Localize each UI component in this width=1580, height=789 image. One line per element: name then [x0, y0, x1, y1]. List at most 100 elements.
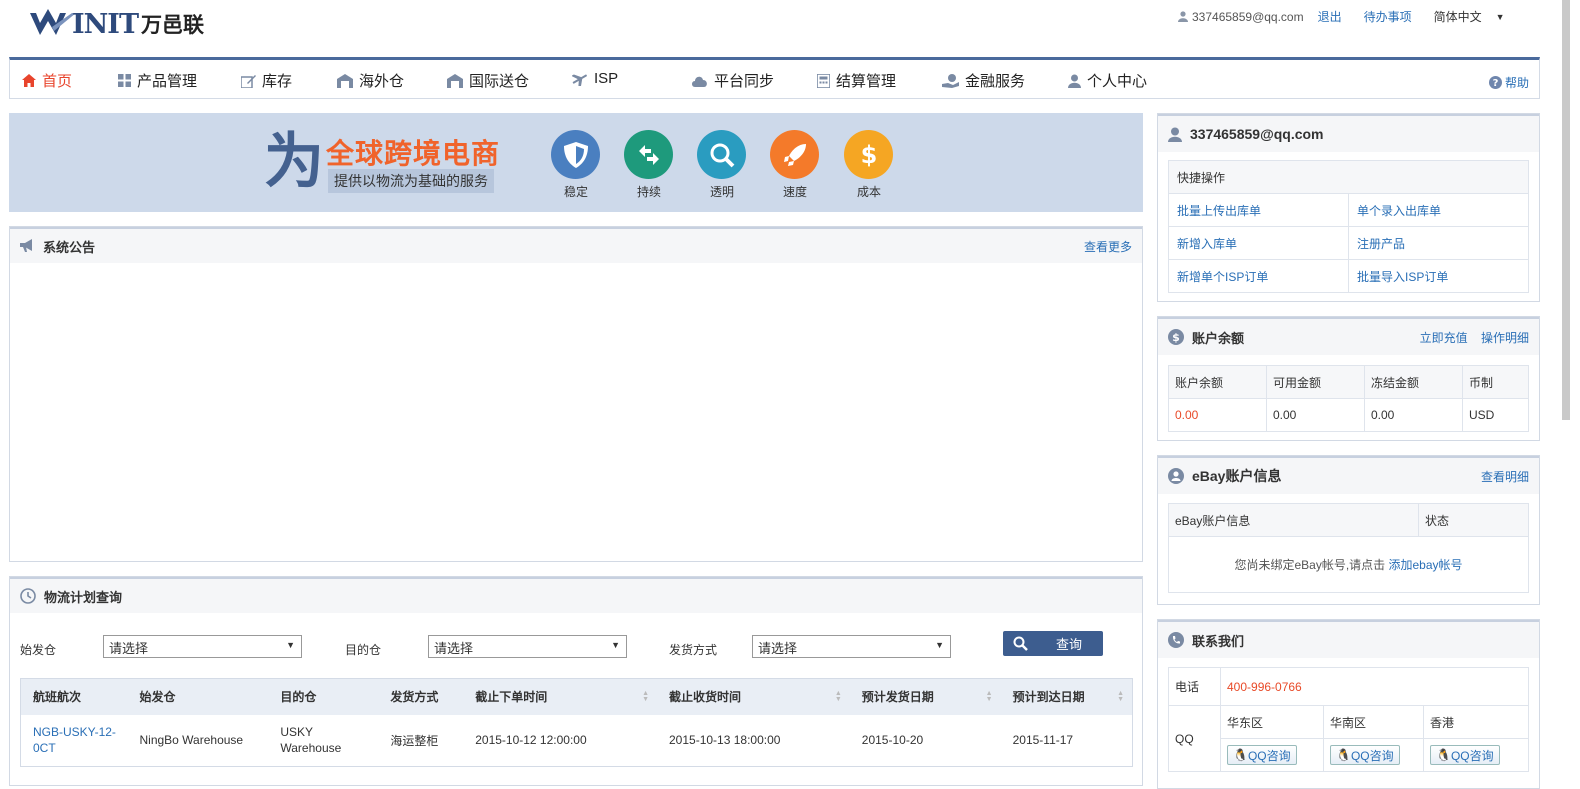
logout-link[interactable]: 退出: [1318, 8, 1342, 25]
nav-item-inventory[interactable]: 库存: [241, 70, 292, 91]
penguin-icon: 🐧: [1436, 748, 1451, 762]
logo[interactable]: INIT 万邑联: [30, 6, 204, 42]
qq-cell: 🐧 QQ咨询: [1423, 738, 1529, 772]
announcement-more-link[interactable]: 查看更多: [1084, 238, 1132, 255]
balance-table: 账户余额 可用金额 冻结金额 币制 0.00 0.00 0.00 USD: [1168, 365, 1529, 432]
qq-label: QQ: [1168, 705, 1221, 772]
logistics-plan-panel: 物流计划查询 始发仓 请选择 ▼ 目的仓 请选择 ▼ 发货方式 请选择 ▼ 查询…: [9, 576, 1143, 786]
col-origin[interactable]: 始发仓: [127, 678, 269, 715]
top-right-links: 337465859@qq.com 退出 待办事项 简体中文 ▼: [1178, 8, 1505, 25]
sort-icon: ▲ ▼: [834, 690, 842, 703]
col-receive-deadline[interactable]: 截止收货时间 ▲ ▼: [657, 678, 850, 715]
banner-headline: 全球跨境电商: [326, 138, 501, 169]
chevron-down-icon: ▼: [611, 640, 620, 650]
nav-item-profile[interactable]: 个人中心: [1068, 70, 1147, 91]
announcement-header: 系统公告 查看更多: [10, 227, 1142, 263]
ship-method-select-value: 请选择: [758, 641, 798, 656]
col-arrive-date[interactable]: 预计到达日期 ▲ ▼: [1000, 678, 1133, 715]
phone-icon: [1168, 632, 1184, 648]
ebay-col-info: eBay账户信息: [1168, 503, 1419, 537]
contact-panel: 联系我们 电话 400-996-0766 QQ 华东区 华南区 香港 🐧 QQ咨询…: [1157, 619, 1540, 789]
quick-actions-table: 快捷操作 批量上传出库单 单个录入出库单 新增入库单 注册产品 新增单个ISP订…: [1168, 160, 1529, 293]
dollar-icon: $: [844, 130, 893, 179]
nav-item-overseas-warehouse[interactable]: 海外仓: [337, 70, 404, 91]
nav-item-intl-delivery[interactable]: 国际送仓: [447, 70, 529, 91]
ship-method-label: 发货方式: [669, 643, 718, 657]
language-select[interactable]: 简体中文 ▼: [1434, 8, 1505, 25]
query-button-label: 查询: [1056, 637, 1083, 652]
feature-continuous: 持续: [624, 130, 674, 200]
nav-label: 国际送仓: [469, 73, 530, 90]
col-order-deadline[interactable]: 截止下单时间 ▲ ▼: [463, 678, 657, 715]
col-ship-date[interactable]: 预计发货日期 ▲ ▼: [849, 678, 1001, 715]
shield-icon: [551, 130, 600, 179]
user-icon: [1068, 74, 1081, 88]
quick-link-register-product[interactable]: 注册产品: [1348, 226, 1529, 260]
nav-label: 平台同步: [714, 73, 775, 90]
account-header: 337465859@qq.com: [1158, 114, 1539, 152]
ship-method-select[interactable]: 请选择 ▼: [752, 635, 951, 658]
banner-big-char: 为: [264, 127, 324, 197]
top-bar: INIT 万邑联 337465859@qq.com 退出 待办事项 简体中文 ▼: [0, 0, 1580, 56]
col-method[interactable]: 发货方式: [378, 678, 464, 715]
col-voyage[interactable]: 航班航次: [20, 678, 128, 715]
qq-consult-button[interactable]: 🐧 QQ咨询: [1330, 745, 1400, 765]
page-scrollbar[interactable]: [1562, 0, 1570, 420]
quick-link-batch-upload-outbound[interactable]: 批量上传出库单: [1168, 193, 1349, 227]
contact-table: 电话 400-996-0766 QQ 华东区 华南区 香港 🐧 QQ咨询 🐧 QQ咨…: [1168, 667, 1529, 772]
contact-header: 联系我们: [1158, 620, 1539, 658]
nav-label: 结算管理: [836, 73, 897, 90]
qq-consult-button[interactable]: 🐧 QQ咨询: [1227, 745, 1297, 765]
logo-w-icon: [30, 9, 76, 35]
penguin-icon: 🐧: [1233, 748, 1248, 762]
help-link[interactable]: ? 帮助: [1488, 74, 1529, 91]
region-east: 华东区: [1220, 705, 1324, 739]
main-nav: 首页 产品管理 库存 海外仓 国际送仓 ISP 平台同步 结算管理 金融服务 个…: [9, 57, 1540, 99]
user-icon: [1178, 11, 1188, 22]
balance-col: 币制: [1462, 365, 1529, 399]
balance-currency-value: USD: [1462, 398, 1529, 432]
svg-text:?: ?: [1493, 78, 1499, 89]
origin-select-value: 请选择: [109, 641, 149, 656]
sort-icon: ▲ ▼: [1117, 690, 1124, 703]
grid-icon: [118, 74, 131, 87]
dest-select-value: 请选择: [434, 641, 474, 656]
recharge-link[interactable]: 立即充值: [1420, 331, 1468, 345]
qq-consult-button[interactable]: 🐧 QQ咨询: [1430, 745, 1500, 765]
logistics-plan-header: 物流计划查询: [10, 577, 1142, 613]
nav-item-home[interactable]: 首页: [22, 70, 72, 91]
balance-detail-link[interactable]: 操作明细: [1481, 331, 1529, 345]
origin-select[interactable]: 请选择 ▼: [103, 635, 302, 658]
feature-stable: 稳定: [551, 130, 601, 200]
add-ebay-link[interactable]: 添加ebay帐号: [1389, 558, 1463, 572]
nav-item-settlement[interactable]: 结算管理: [817, 70, 896, 91]
nav-label: 海外仓: [359, 73, 405, 90]
quick-link-batch-isp-import[interactable]: 批量导入ISP订单: [1348, 259, 1529, 293]
edit-icon: [241, 74, 256, 88]
qq-cell: 🐧 QQ咨询: [1220, 738, 1324, 772]
plan-table: 航班航次 始发仓 目的仓 发货方式 截止下单时间 ▲ ▼ 截止收货时间 ▲ ▼ 预计发货…: [20, 678, 1133, 767]
todo-link[interactable]: 待办事项: [1364, 8, 1412, 25]
quick-link-new-inbound[interactable]: 新增入库单: [1168, 226, 1349, 260]
region-south: 华南区: [1323, 705, 1424, 739]
cell-receive-deadline: 2015-10-13 18:00:00: [669, 733, 781, 748]
chevron-down-icon: ▼: [935, 640, 944, 650]
table-row: NGB-USKY-12-0CT NingBo Warehouse USKY Wa…: [21, 715, 1133, 767]
nav-item-finance[interactable]: 金融服务: [942, 70, 1025, 91]
cloud-sync-icon: [691, 75, 708, 87]
query-button[interactable]: 查询: [1003, 631, 1103, 656]
svg-text:$: $: [860, 141, 877, 169]
ebay-detail-link[interactable]: 查看明细: [1481, 468, 1529, 485]
cell-voyage[interactable]: NGB-USKY-12-0CT: [21, 715, 128, 767]
feature-label: 持续: [636, 185, 661, 199]
nav-item-platform-sync[interactable]: 平台同步: [691, 70, 774, 91]
dest-label: 目的仓: [345, 643, 382, 657]
warehouse-icon: [447, 73, 463, 88]
nav-item-products[interactable]: 产品管理: [118, 70, 197, 91]
qq-cell: 🐧 QQ咨询: [1323, 738, 1424, 772]
col-dest[interactable]: 目的仓: [268, 678, 379, 715]
quick-link-single-outbound[interactable]: 单个录入出库单: [1348, 193, 1529, 227]
dest-select[interactable]: 请选择 ▼: [428, 635, 627, 658]
quick-link-new-isp-order[interactable]: 新增单个ISP订单: [1168, 259, 1349, 293]
nav-item-isp[interactable]: ISP: [572, 70, 618, 87]
